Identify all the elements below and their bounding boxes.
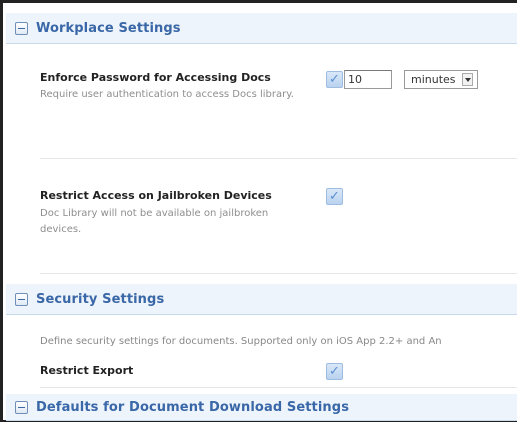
collapse-icon[interactable] xyxy=(15,21,28,35)
section-title-security: Security Settings xyxy=(36,291,165,307)
enforce-password-label: Enforce Password for Accessing Docs xyxy=(40,71,271,84)
checkmark-icon: ✓ xyxy=(329,72,340,87)
collapse-icon[interactable] xyxy=(15,400,28,414)
enforce-password-checkbox[interactable]: ✓ xyxy=(326,71,343,88)
restrict-jailbroken-label: Restrict Access on Jailbroken Devices xyxy=(40,189,272,202)
section-header-security[interactable]: Security Settings xyxy=(6,284,517,315)
chevron-down-icon xyxy=(462,73,473,86)
restrict-export-label: Restrict Export xyxy=(40,364,134,377)
checkmark-icon: ✓ xyxy=(329,189,340,204)
enforce-password-description: Require user authentication to access Do… xyxy=(40,89,294,100)
checkmark-icon: ✓ xyxy=(329,364,340,379)
divider xyxy=(40,273,517,274)
restrict-jailbroken-checkbox[interactable]: ✓ xyxy=(326,188,343,205)
section-header-workplace[interactable]: Workplace Settings xyxy=(6,13,517,44)
collapse-icon[interactable] xyxy=(15,292,28,306)
password-timeout-input[interactable]: 10 xyxy=(344,70,392,89)
divider xyxy=(40,387,517,388)
security-intro-text: Define security settings for documents. … xyxy=(40,336,442,347)
restrict-export-checkbox[interactable]: ✓ xyxy=(326,363,343,380)
section-title-defaults: Defaults for Document Download Settings xyxy=(36,399,350,415)
timeout-unit-value: minutes xyxy=(411,73,456,86)
section-title-workplace: Workplace Settings xyxy=(36,20,181,36)
divider xyxy=(40,158,517,159)
settings-panel: Workplace Settings Enforce Password for … xyxy=(0,0,517,422)
timeout-unit-select[interactable]: minutes xyxy=(404,70,478,89)
restrict-jailbroken-description: Doc Library will not be available on jai… xyxy=(40,208,269,235)
section-header-defaults[interactable]: Defaults for Document Download Settings xyxy=(6,394,517,421)
